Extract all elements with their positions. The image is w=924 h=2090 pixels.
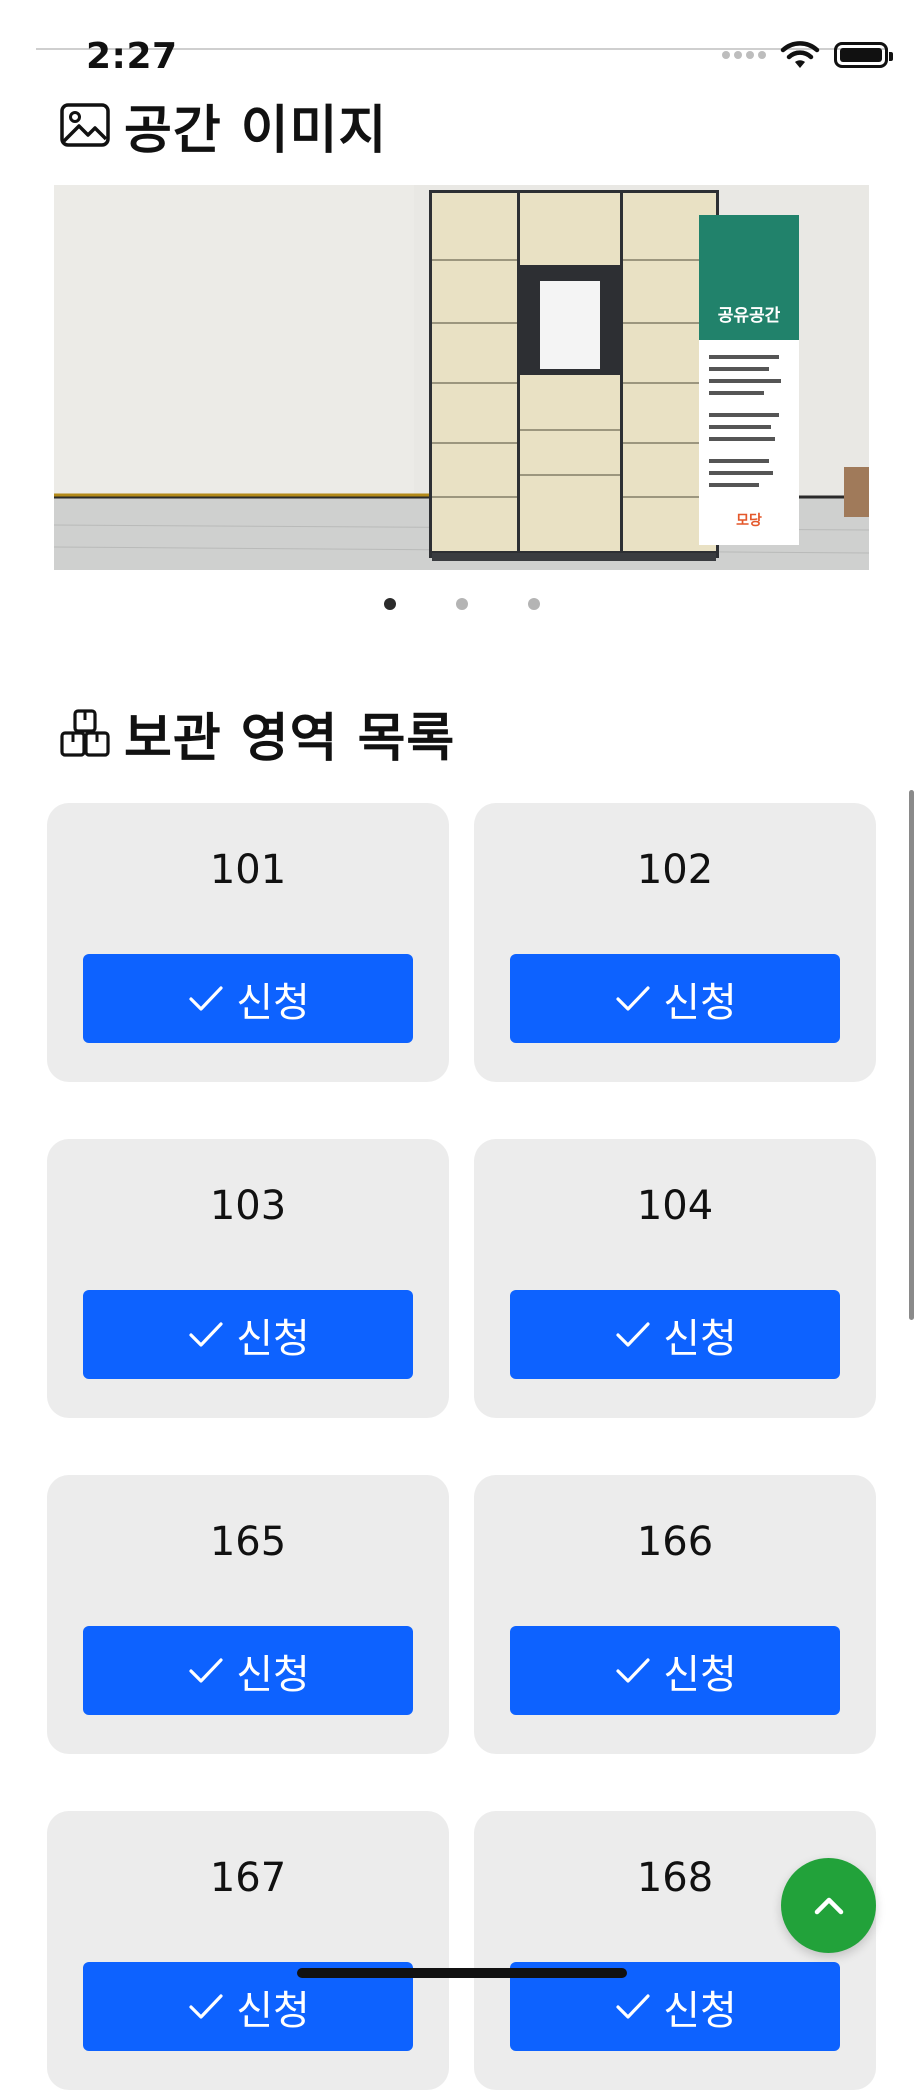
storage-area-number: 167: [209, 1855, 287, 1901]
carousel-image: 공유공간 모당: [54, 185, 869, 570]
status-bar: 2:27: [0, 0, 924, 80]
storage-area-number: 103: [209, 1183, 287, 1229]
apply-button-label: 신청: [663, 1315, 737, 1362]
chevron-up-icon: [814, 1897, 843, 1914]
check-icon: [616, 1993, 650, 2019]
battery-icon: [834, 42, 893, 68]
apply-button[interactable]: 신청: [510, 954, 840, 1043]
apply-button-label: 신청: [236, 1987, 310, 2034]
image-section-header: 공간 이미지: [58, 88, 387, 163]
storage-area-card: 104 신청: [474, 1139, 876, 1418]
storage-area-card: 165 신청: [47, 1475, 449, 1754]
check-icon: [616, 1657, 650, 1683]
storage-area-number: 102: [636, 847, 714, 893]
poster-brand: 모당: [736, 512, 762, 529]
carousel-pagination: [0, 598, 924, 610]
carousel-dot[interactable]: [456, 598, 468, 610]
apply-button[interactable]: 신청: [83, 1290, 413, 1379]
storage-area-card: 167 신청: [47, 1811, 449, 2090]
check-icon: [189, 1657, 223, 1683]
storage-area-number: 165: [209, 1519, 287, 1565]
storage-area-card: 101 신청: [47, 803, 449, 1082]
check-icon: [189, 985, 223, 1011]
status-time: 2:27: [86, 36, 178, 77]
check-icon: [616, 985, 650, 1011]
apply-button[interactable]: 신청: [510, 1290, 840, 1379]
image-icon: [60, 102, 110, 147]
scrollbar[interactable]: [909, 790, 914, 1320]
apply-button-label: 신청: [663, 1987, 737, 2034]
carousel-dot[interactable]: [384, 598, 396, 610]
apply-button[interactable]: 신청: [83, 954, 413, 1043]
storage-area-number: 104: [636, 1183, 714, 1229]
image-section-title: 공간 이미지: [124, 101, 388, 161]
boxes-icon: [60, 708, 110, 757]
home-indicator: [297, 1968, 627, 1978]
storage-area-card: 103 신청: [47, 1139, 449, 1418]
storage-area-card: 166 신청: [474, 1475, 876, 1754]
list-section-title: 보관 영역 목록: [124, 709, 456, 769]
signal-icon: [722, 51, 766, 59]
carousel-dot[interactable]: [528, 598, 540, 610]
apply-button-label: 신청: [663, 979, 737, 1026]
apply-button[interactable]: 신청: [83, 1626, 413, 1715]
storage-area-card: 102 신청: [474, 803, 876, 1082]
apply-button-label: 신청: [236, 979, 310, 1026]
check-icon: [189, 1321, 223, 1347]
poster-title: 공유공간: [718, 306, 781, 326]
check-icon: [616, 1321, 650, 1347]
space-image-carousel[interactable]: 공유공간 모당: [54, 185, 869, 570]
apply-button-label: 신청: [663, 1651, 737, 1698]
storage-area-number: 101: [209, 847, 287, 893]
check-icon: [189, 1993, 223, 2019]
apply-button[interactable]: 신청: [510, 1626, 840, 1715]
status-icons: [722, 40, 893, 70]
apply-button-label: 신청: [236, 1651, 310, 1698]
scroll-to-top-button[interactable]: [781, 1858, 876, 1953]
storage-area-number: 166: [636, 1519, 714, 1565]
list-section-header: 보관 영역 목록: [58, 696, 455, 771]
wifi-icon: [780, 41, 820, 68]
apply-button-label: 신청: [236, 1315, 310, 1362]
storage-area-grid: 101 신청 102 신청 103 신청 104 신청 165 신청 166 신…: [47, 803, 876, 2090]
